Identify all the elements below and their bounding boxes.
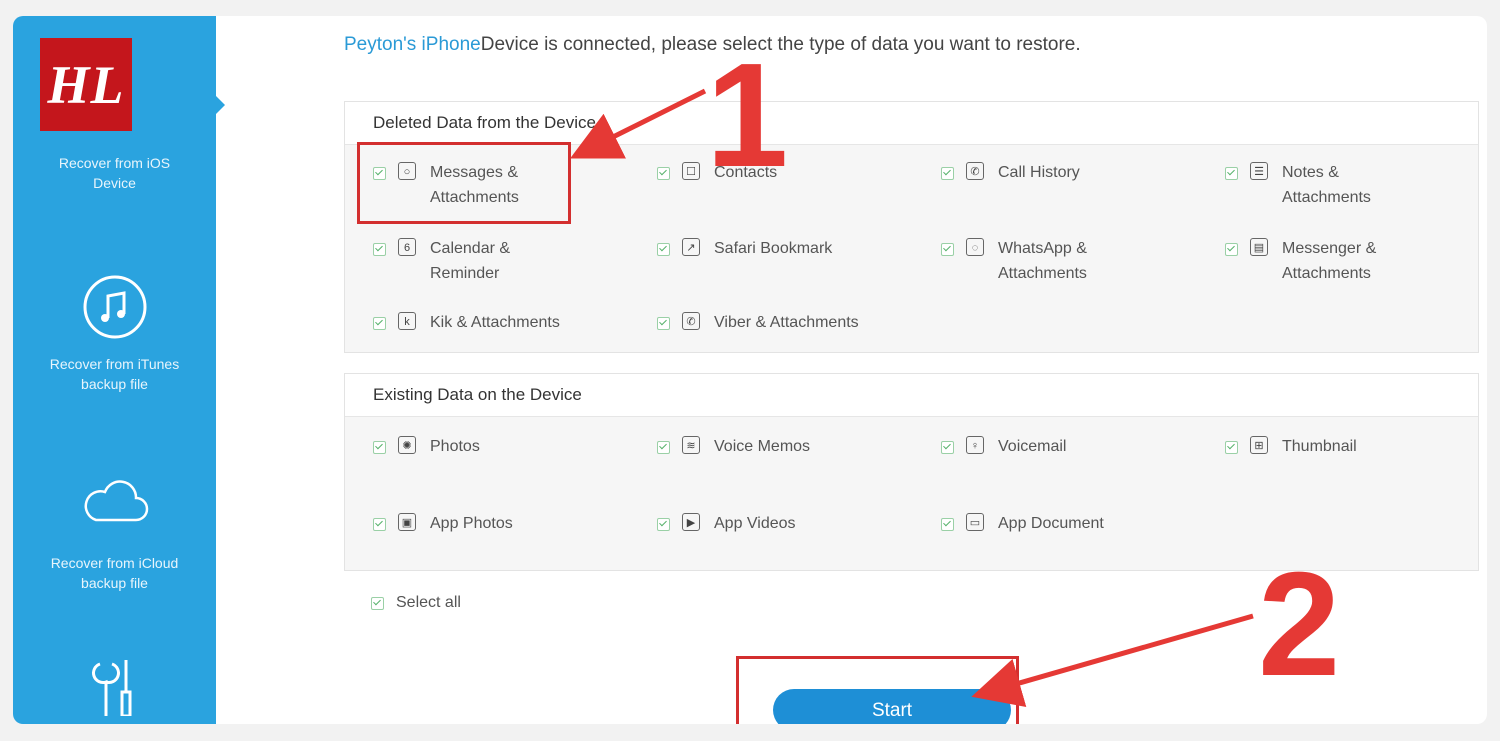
annotation-arrow-1 [570, 88, 707, 159]
annotation-arrows [570, 88, 1254, 708]
annotation-arrow-2 [971, 613, 1254, 708]
app-window: HL Recover from iOS Device Recover from … [13, 16, 1487, 724]
